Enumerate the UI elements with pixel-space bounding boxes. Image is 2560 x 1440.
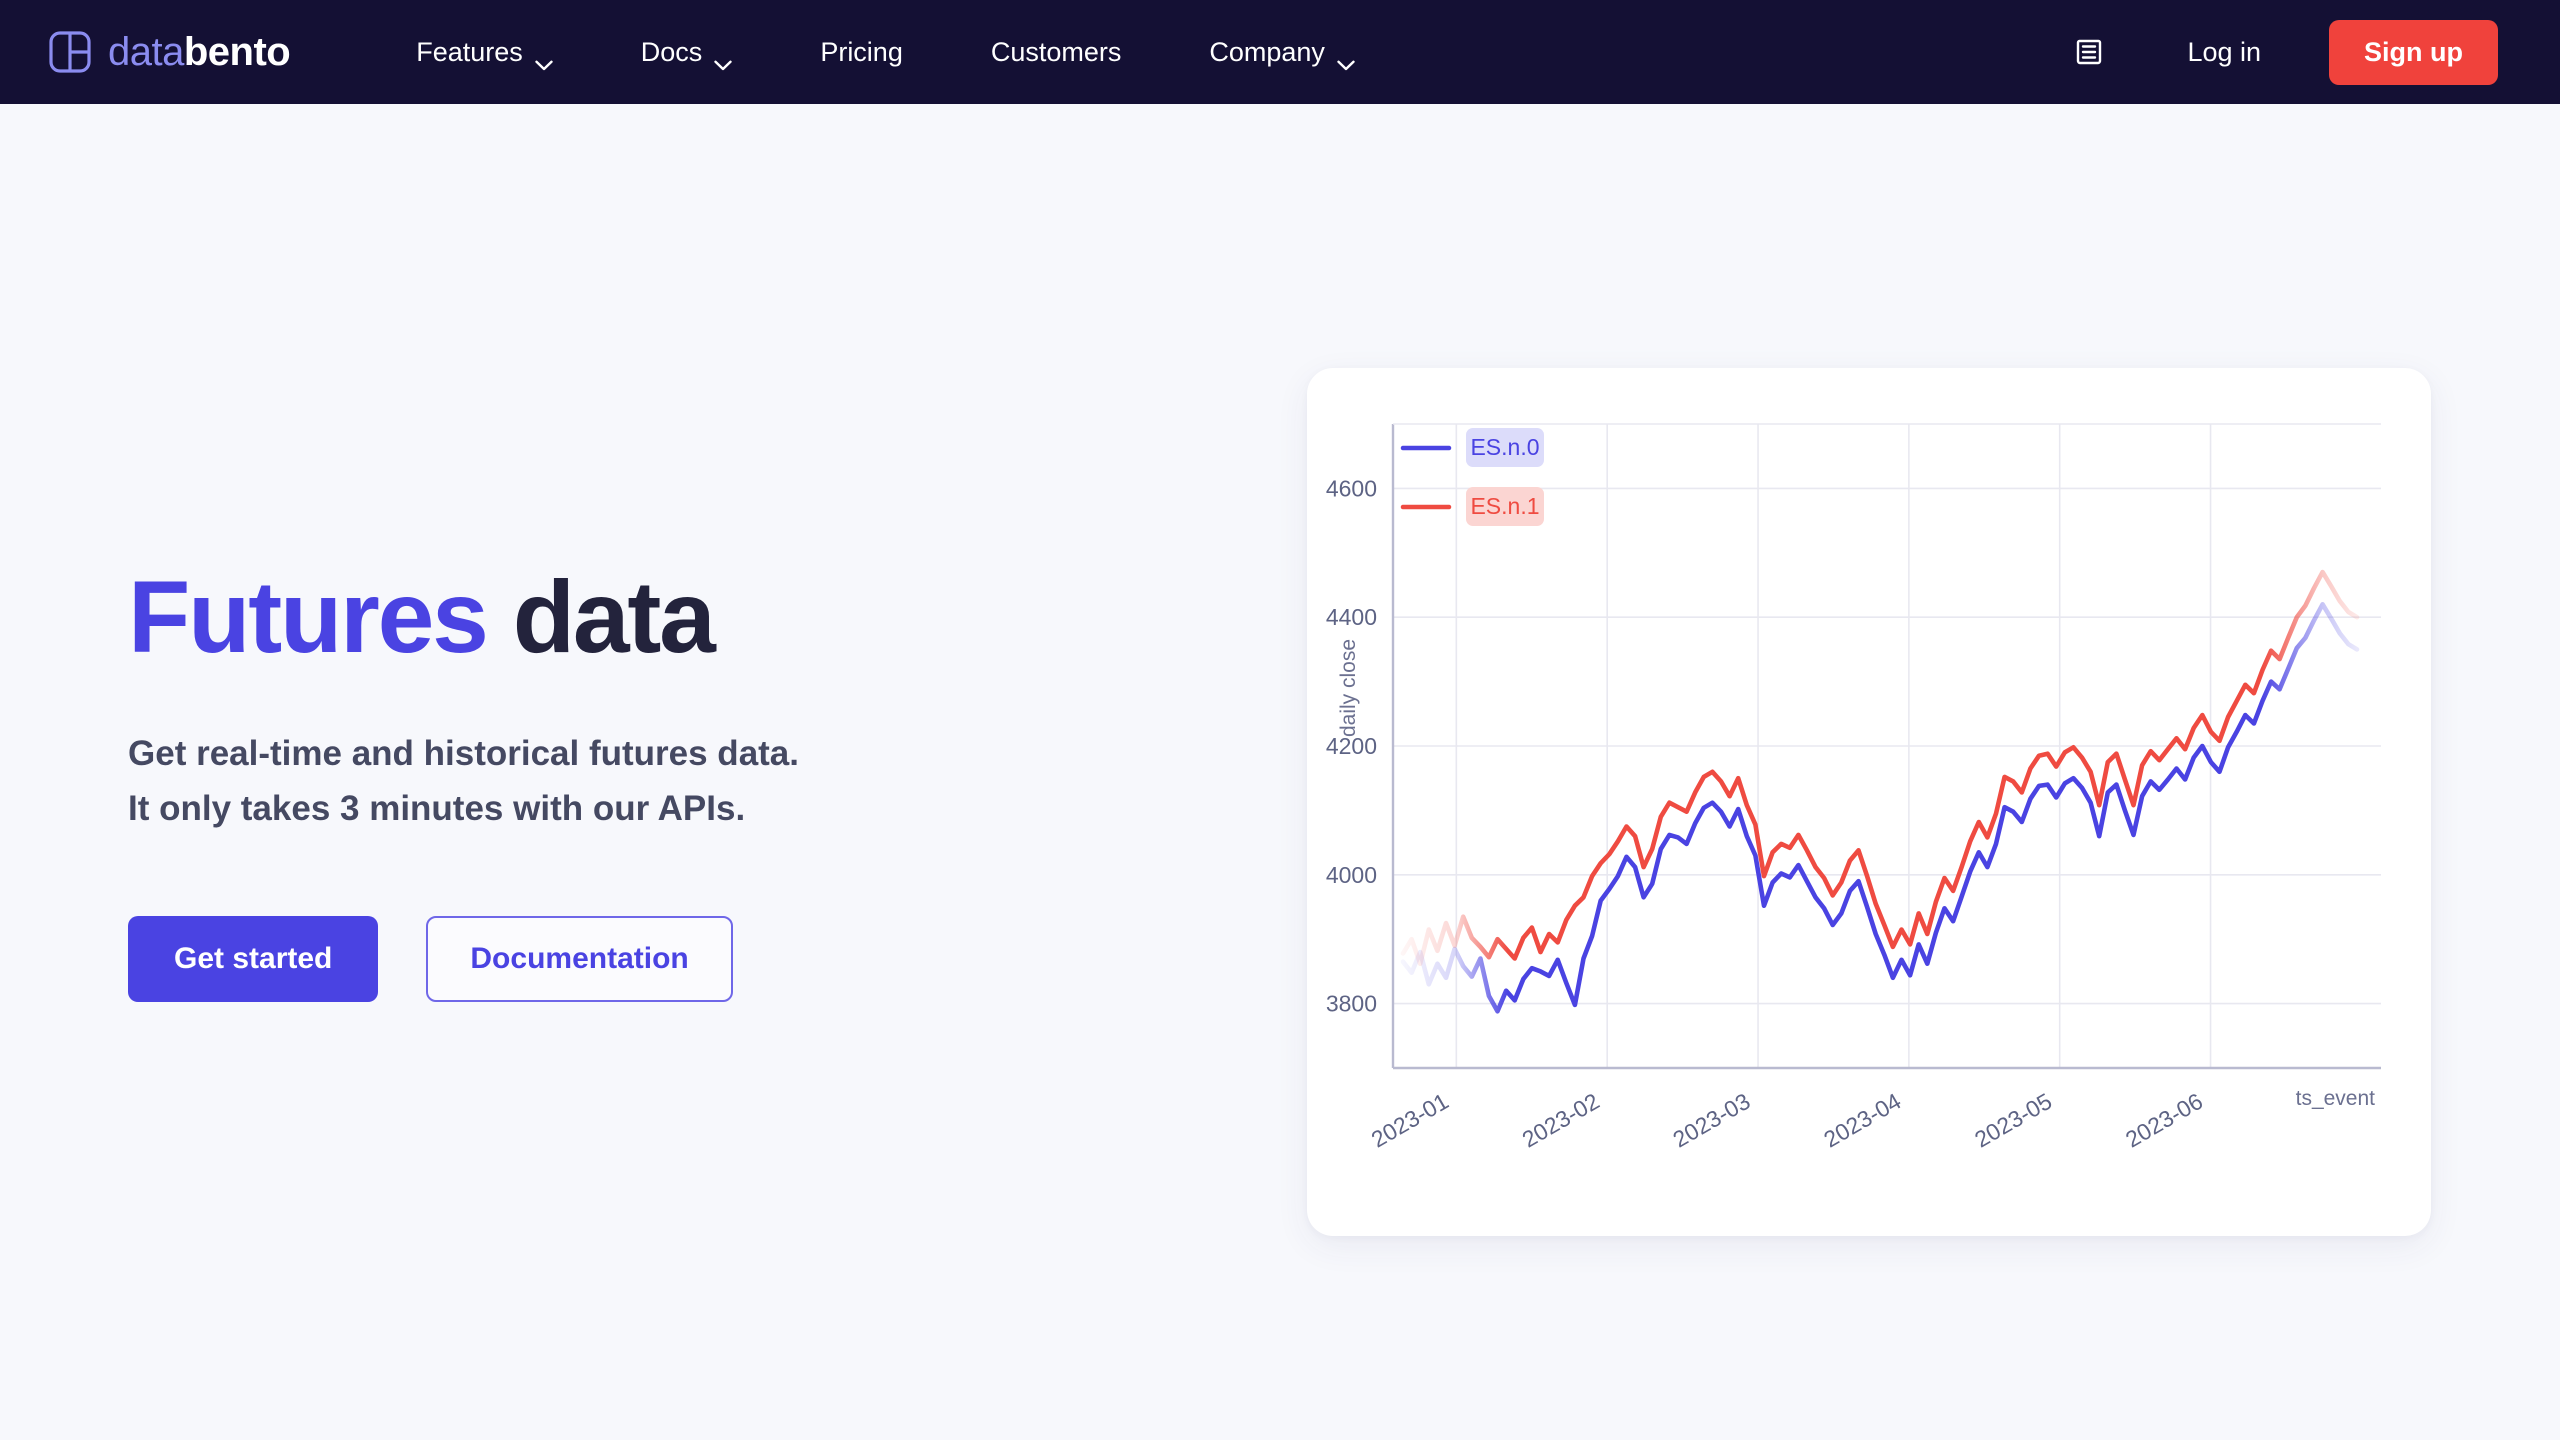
nav-item-company[interactable]: Company [1165, 25, 1399, 80]
legend-label-es-n-0: ES.n.0 [1470, 434, 1539, 460]
brand-logo[interactable]: databento [48, 30, 291, 74]
hero-section: Futures data Get real-time and historica… [0, 104, 2560, 1440]
page-title-accent: Futures [128, 560, 489, 674]
nav-item-docs-label: Docs [640, 36, 703, 67]
y-tick-label: 4400 [1326, 604, 1377, 630]
get-started-button[interactable]: Get started [128, 916, 379, 1003]
y-tick-label: 4600 [1326, 475, 1377, 501]
y-tick-label: 4200 [1326, 733, 1377, 759]
nav-item-docs[interactable]: Docs [597, 25, 777, 80]
y-tick-label: 3800 [1326, 991, 1377, 1017]
futures-chart-card: daily close ts_event 3800 4000 4200 4400 460… [1307, 368, 2431, 1236]
hero-copy-block: Futures data Get real-time and historica… [128, 104, 1208, 1003]
chevron-down-icon [714, 47, 733, 70]
nav-item-company-label: Company [1209, 36, 1325, 67]
x-tick-label: 2023-02 [1518, 1088, 1604, 1153]
nav-item-pricing[interactable]: Pricing [776, 25, 947, 80]
chart-legend[interactable]: ES.n.0 ES.n.1 [1400, 428, 1544, 526]
hero-cta-group: Get started Documentation [128, 916, 1208, 1003]
legend-label-es-n-1: ES.n.1 [1470, 493, 1539, 519]
nav-links: Features Docs Pricing Customers Company [372, 25, 1399, 80]
chart-series-layer [1400, 569, 2360, 1014]
page-title: Futures data [128, 563, 1208, 671]
x-axis-title: ts_event [2296, 1087, 2376, 1110]
x-axis-tick-labels: 2023-01 2023-02 2023-03 2023-04 2023-05 2023-… [1367, 1088, 2207, 1153]
daily-close-line-chart[interactable]: daily close ts_event 3800 4000 4200 4400 460… [1307, 368, 2431, 1236]
nav-item-customers-label: Customers [990, 36, 1122, 67]
y-axis-tick-labels: 3800 4000 4200 4400 4600 [1326, 475, 1377, 1016]
documentation-button[interactable]: Documentation [426, 916, 733, 1003]
nav-item-features-label: Features [416, 36, 523, 67]
x-tick-label: 2023-03 [1668, 1088, 1754, 1153]
nav-item-features[interactable]: Features [372, 25, 597, 80]
y-axis-title: daily close [1337, 639, 1360, 737]
signup-button[interactable]: Sign up [2329, 19, 2498, 85]
hero-subtitle-line-2: It only takes 3 minutes with our APIs. [128, 788, 746, 828]
chart-line-es-n-0 [1400, 602, 2360, 1014]
chevron-down-icon [535, 47, 553, 70]
x-tick-label: 2023-06 [2121, 1088, 2207, 1153]
nav-item-pricing-label: Pricing [820, 36, 903, 67]
nav-right-group: Log in Sign up [2061, 19, 2498, 85]
top-navigation-bar: databento Features Docs Pricing Customer… [0, 0, 2560, 104]
y-tick-label: 4000 [1326, 862, 1377, 888]
x-tick-label: 2023-04 [1819, 1088, 1905, 1153]
bento-box-logo-icon [48, 30, 92, 74]
hero-subtitle: Get real-time and historical futures dat… [128, 727, 1208, 836]
page-title-plain: data [512, 560, 716, 674]
brand-name-part-b: bento [183, 30, 291, 74]
chevron-down-icon [1337, 47, 1355, 70]
hero-subtitle-line-1: Get real-time and historical futures dat… [128, 734, 799, 774]
docs-list-icon[interactable] [2061, 24, 2117, 80]
brand-name-part-a: data [108, 30, 184, 74]
x-tick-label: 2023-05 [1970, 1088, 2056, 1153]
x-tick-label: 2023-01 [1367, 1088, 1453, 1153]
login-link[interactable]: Log in [2171, 25, 2277, 80]
nav-item-customers[interactable]: Customers [947, 25, 1166, 80]
